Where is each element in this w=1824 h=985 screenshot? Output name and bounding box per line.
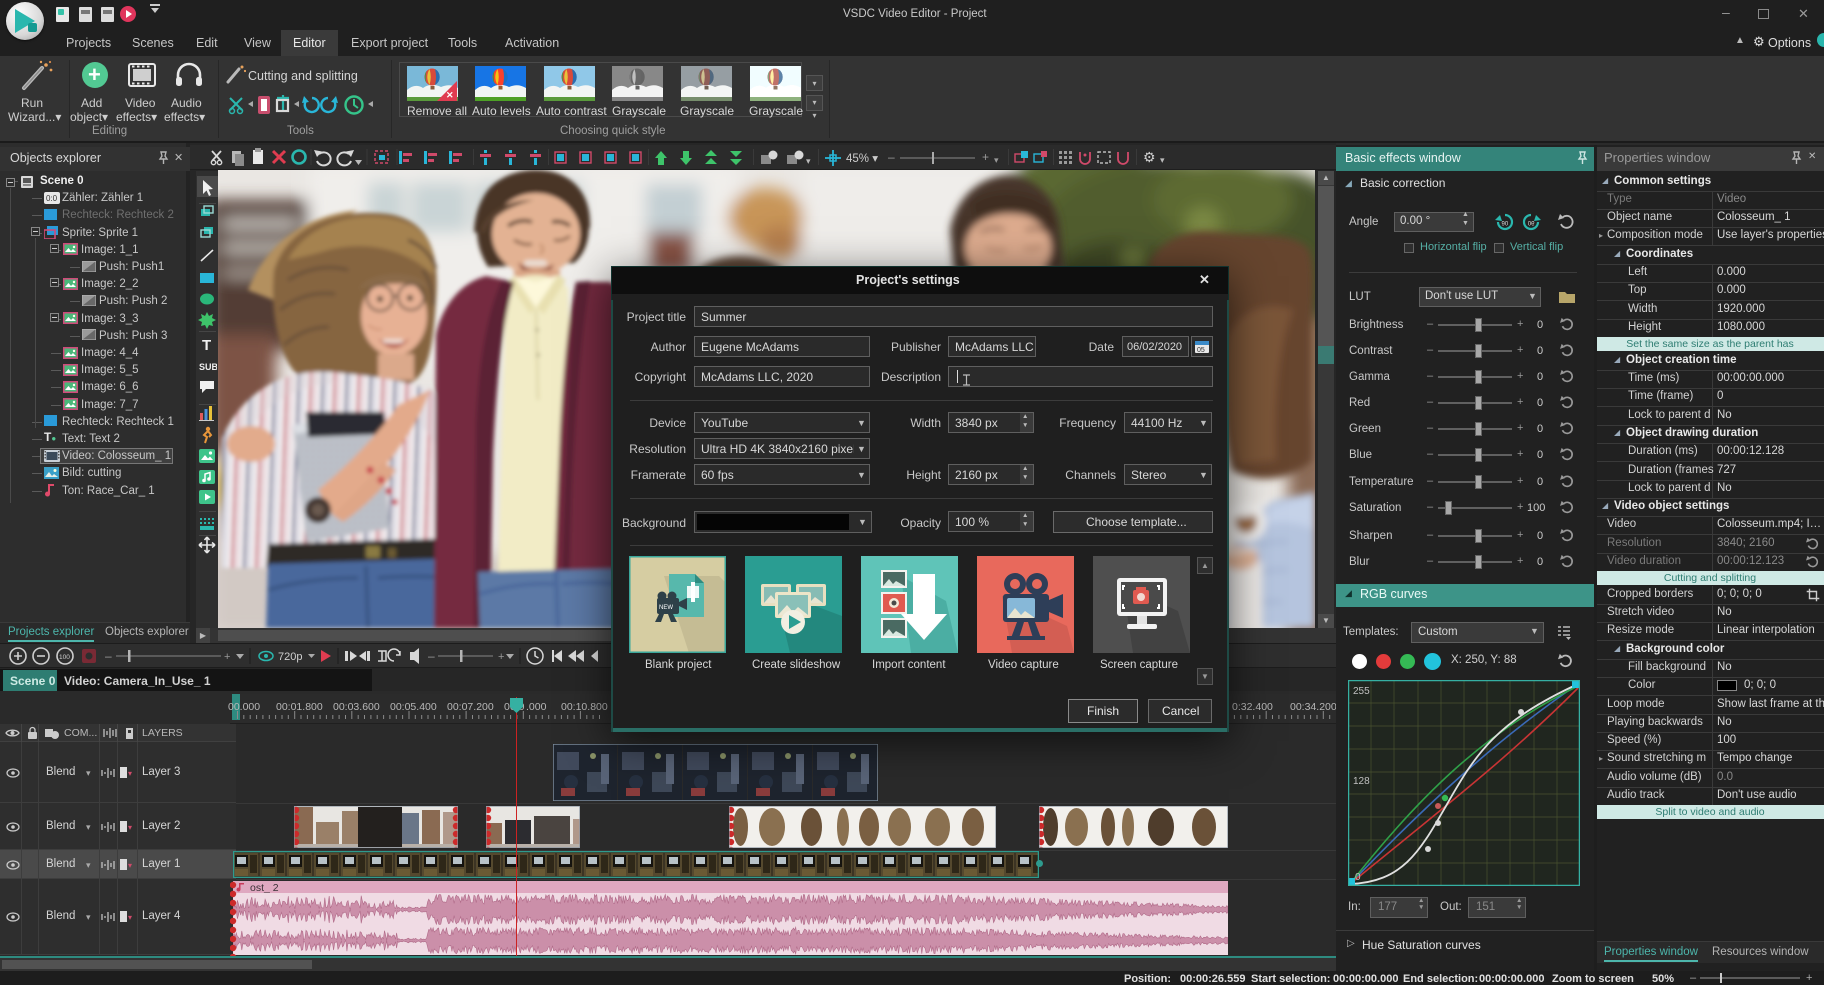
svg-text:128: 128 <box>1353 776 1370 787</box>
svg-text:✕: ✕ <box>446 90 454 100</box>
svg-text:90: 90 <box>1527 222 1534 228</box>
svg-text:–: – <box>105 649 112 663</box>
svg-text:90: 90 <box>1502 222 1509 228</box>
svg-text:+: + <box>498 651 504 663</box>
svg-text:NEW: NEW <box>659 605 673 611</box>
svg-text:720p: 720p <box>278 651 302 663</box>
svg-text:–: – <box>428 649 435 663</box>
svg-text:T: T <box>202 337 211 354</box>
svg-text:255: 255 <box>1353 686 1370 697</box>
svg-text:SUB: SUB <box>199 362 217 372</box>
svg-text:0:0: 0:0 <box>46 194 58 203</box>
svg-text:05: 05 <box>1197 347 1205 354</box>
svg-text:0: 0 <box>1355 872 1361 883</box>
svg-text:100: 100 <box>59 654 70 661</box>
svg-text:+: + <box>224 651 230 663</box>
